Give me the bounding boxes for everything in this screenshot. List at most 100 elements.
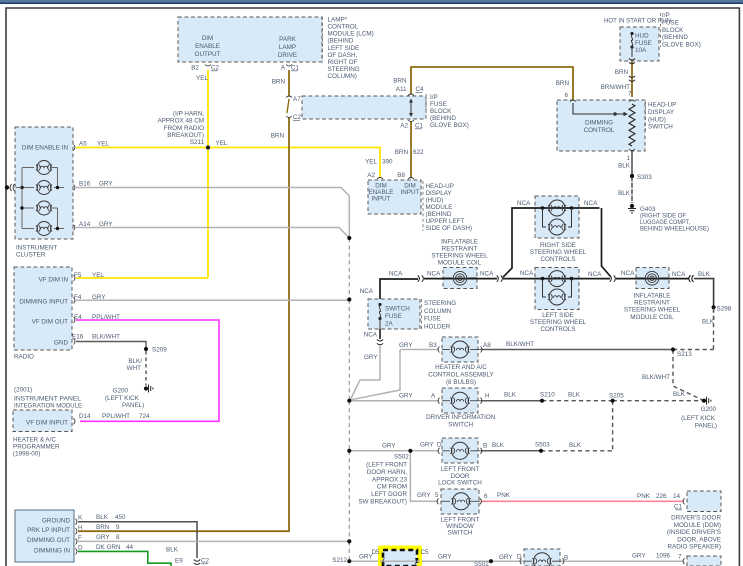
svg-text:WHT: WHT (127, 365, 141, 372)
svg-text:RESTRAINT: RESTRAINT (634, 300, 670, 307)
svg-text:D: D (517, 554, 522, 561)
svg-text:H: H (78, 524, 83, 531)
svg-text:BLK: BLK (698, 271, 711, 278)
svg-text:GRY: GRY (92, 294, 106, 301)
svg-text:VF DIM IN: VF DIM IN (39, 277, 69, 284)
svg-text:E4: E4 (74, 314, 82, 321)
svg-text:I/P: I/P (662, 12, 670, 19)
svg-text:BLK/: BLK/ (128, 358, 142, 365)
svg-text:BLK: BLK (504, 392, 517, 399)
svg-text:(LEFT KICK: (LEFT KICK (105, 395, 140, 402)
svg-text:INFLATABLE: INFLATABLE (441, 239, 478, 246)
svg-text:LEFT SIDE: LEFT SIDE (328, 45, 360, 52)
svg-text:LOCK SWITCH: LOCK SWITCH (438, 480, 482, 487)
svg-text:H: H (485, 393, 490, 400)
svg-text:S210: S210 (540, 392, 555, 399)
svg-text:STEERING WHEEL: STEERING WHEEL (530, 249, 587, 256)
svg-text:BLK: BLK (96, 514, 109, 521)
svg-text:DISPLAY: DISPLAY (426, 190, 453, 197)
svg-text:622: 622 (413, 149, 424, 156)
svg-text:9: 9 (116, 524, 120, 531)
svg-text:BREAKOUT): BREAKOUT) (167, 132, 204, 139)
svg-text:(2001): (2001) (14, 387, 32, 394)
svg-text:FUSE: FUSE (424, 316, 441, 323)
svg-text:BLK: BLK (618, 190, 631, 197)
svg-text:HEATER & A/C: HEATER & A/C (13, 437, 56, 444)
svg-text:BLK/WHT: BLK/WHT (92, 334, 120, 341)
svg-text:A11: A11 (396, 86, 407, 93)
svg-text:LAMP*: LAMP* (328, 16, 348, 23)
svg-text:SWITCH: SWITCH (648, 124, 673, 131)
svg-text:(HUD): (HUD) (648, 116, 666, 123)
svg-text:PROGRAMMER: PROGRAMMER (13, 444, 60, 451)
svg-text:8: 8 (116, 534, 120, 541)
svg-text:E9: E9 (175, 558, 183, 565)
svg-text:FUSE: FUSE (635, 40, 652, 47)
svg-text:5: 5 (435, 492, 439, 499)
svg-text:NCA: NCA (517, 200, 531, 207)
svg-text:GRY: GRY (417, 492, 431, 499)
svg-text:BEHIND WHEELHOUSE): BEHIND WHEELHOUSE) (640, 226, 709, 233)
svg-text:(1998-00): (1998-00) (13, 451, 40, 458)
svg-text:DIMMING OUT: DIMMING OUT (27, 537, 70, 544)
svg-text:PPL/WHT: PPL/WHT (102, 413, 130, 420)
svg-text:MODULE COIL: MODULE COIL (630, 314, 674, 321)
svg-text:YEL: YEL (97, 141, 109, 148)
svg-text:GRY: GRY (420, 442, 434, 449)
svg-text:C5: C5 (421, 549, 430, 556)
svg-text:GND: GND (54, 340, 68, 347)
svg-text:GRY: GRY (364, 354, 378, 361)
svg-text:UPPER LEFT: UPPER LEFT (426, 218, 465, 225)
svg-text:GLOVE BOX): GLOVE BOX) (662, 42, 701, 49)
svg-text:GRY: GRY (632, 553, 646, 560)
svg-text:YEL: YEL (92, 272, 104, 279)
svg-text:A14: A14 (79, 221, 91, 228)
svg-text:1: 1 (626, 155, 630, 162)
svg-text:GRY: GRY (382, 443, 396, 450)
svg-text:PPL/WHT: PPL/WHT (92, 314, 120, 321)
svg-text:STEERING WHEEL: STEERING WHEEL (431, 253, 488, 260)
svg-text:PANEL): PANEL) (122, 402, 144, 409)
svg-text:STEERING WHEEL: STEERING WHEEL (530, 319, 587, 326)
svg-text:BLK/WHT: BLK/WHT (506, 341, 534, 348)
svg-text:D14: D14 (79, 413, 91, 420)
svg-text:BLOCK: BLOCK (662, 27, 684, 34)
svg-text:F5: F5 (74, 272, 82, 279)
svg-text:GRY: GRY (96, 534, 110, 541)
svg-text:CONTROL ASSEMBLY: CONTROL ASSEMBLY (428, 371, 494, 378)
svg-text:OUTPUT: OUTPUT (195, 51, 221, 58)
svg-text:NCA: NCA (588, 271, 602, 278)
svg-text:E16: E16 (72, 334, 84, 341)
svg-text:(LEFT FRONT: (LEFT FRONT (366, 462, 407, 469)
svg-text:G200: G200 (701, 406, 717, 413)
svg-text:(INSIDE DRIVER'S: (INSIDE DRIVER'S (667, 529, 721, 536)
svg-text:NCA: NCA (427, 271, 441, 278)
svg-text:HUD: HUD (635, 33, 649, 40)
svg-text:SWITCH: SWITCH (448, 530, 473, 537)
svg-text:B3: B3 (429, 342, 437, 349)
svg-text:GROUND: GROUND (42, 518, 70, 525)
svg-text:GLOVE BOX): GLOVE BOX) (430, 122, 469, 129)
svg-text:INPUT: INPUT (401, 189, 420, 196)
svg-text:G200: G200 (113, 388, 129, 395)
svg-text:SWITCH: SWITCH (385, 306, 410, 313)
svg-text:GRY: GRY (399, 393, 413, 400)
svg-text:6: 6 (564, 92, 568, 99)
svg-text:NCA: NCA (584, 200, 598, 207)
svg-text:F: F (78, 534, 82, 541)
svg-text:B: B (564, 555, 568, 562)
svg-text:10A: 10A (635, 47, 647, 54)
svg-text:NCA: NCA (389, 271, 403, 278)
svg-text:COLUMN): COLUMN) (328, 73, 357, 80)
svg-text:INPUT: INPUT (372, 196, 391, 203)
svg-text:GRY: GRY (99, 221, 113, 228)
svg-text:VF DIM INPUT: VF DIM INPUT (26, 420, 68, 427)
svg-text:CONTROLS: CONTROLS (541, 256, 576, 263)
svg-text:MODULE COIL: MODULE COIL (438, 260, 482, 267)
svg-text:DRIVER INFORMATION: DRIVER INFORMATION (426, 414, 496, 421)
svg-text:S209: S209 (152, 347, 167, 354)
svg-text:F4: F4 (74, 294, 82, 301)
svg-text:D: D (78, 545, 83, 552)
svg-text:724: 724 (139, 413, 150, 420)
svg-text:B16: B16 (79, 181, 91, 188)
